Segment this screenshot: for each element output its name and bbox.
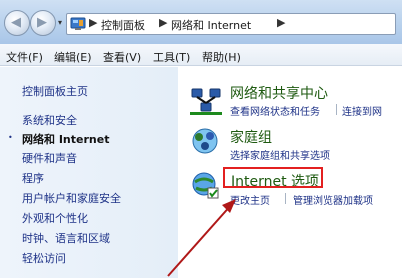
menu-bar: 文件(F) 编辑(E) 查看(V) 工具(T) 帮助(H): [0, 44, 402, 66]
recent-pages-dropdown[interactable]: ▾: [58, 18, 62, 27]
menu-edit[interactable]: 编辑(E): [54, 49, 92, 65]
address-bar[interactable]: ▶ 控制面板 ▶ 网络和 Internet ▶: [66, 13, 396, 35]
category-title-network-sharing-center[interactable]: 网络和共享中心: [230, 83, 328, 103]
current-page-bullet: •: [8, 133, 13, 142]
back-arrow-icon: ◀: [11, 15, 21, 30]
link-divider: [336, 104, 337, 115]
sidebar-item-programs[interactable]: 程序: [22, 170, 44, 186]
address-segment-network-internet[interactable]: 网络和 Internet: [171, 17, 251, 33]
sidebar-item-appearance[interactable]: 外观和个性化: [22, 210, 88, 226]
menu-file[interactable]: 文件(F): [6, 49, 43, 65]
title-bar: ◀ ▶ ▾ ▶ 控制面板 ▶ 网络和 Internet ▶: [0, 0, 402, 44]
sidebar-item-network-internet: 网络和 Internet: [22, 133, 110, 146]
annotation-highlight-box: [223, 167, 323, 188]
link-change-home-page[interactable]: 更改主页: [230, 192, 270, 207]
address-segment-control-panel[interactable]: 控制面板: [101, 17, 145, 33]
link-homegroup-sharing-options[interactable]: 选择家庭组和共享选项: [230, 147, 330, 162]
address-separator[interactable]: ▶: [277, 16, 285, 29]
back-button[interactable]: ◀: [4, 10, 30, 36]
address-separator[interactable]: ▶: [159, 16, 167, 29]
address-separator[interactable]: ▶: [89, 16, 97, 29]
network-sharing-center-icon[interactable]: [190, 84, 222, 116]
menu-view[interactable]: 查看(V): [103, 49, 141, 65]
link-divider: [285, 193, 286, 204]
control-panel-window: ◀ ▶ ▾ ▶ 控制面板 ▶ 网络和 Internet ▶ 文件(F) 编辑(E…: [0, 0, 402, 278]
internet-options-icon[interactable]: [190, 170, 220, 200]
sidebar-item-ease-of-access[interactable]: 轻松访问: [22, 250, 66, 266]
forward-button[interactable]: ▶: [30, 10, 56, 36]
link-view-network-status[interactable]: 查看网络状态和任务: [230, 103, 320, 118]
sidebar-item-user-accounts[interactable]: 用户帐户和家庭安全: [22, 190, 121, 206]
link-manage-browser-addons[interactable]: 管理浏览器加载项: [293, 192, 373, 207]
sidebar-item-control-panel-home[interactable]: 控制面板主页: [22, 83, 88, 99]
sidebar-item-clock-language[interactable]: 时钟、语言和区域: [22, 230, 110, 246]
menu-tools[interactable]: 工具(T): [153, 49, 190, 65]
control-panel-icon: [70, 17, 86, 30]
menu-help[interactable]: 帮助(H): [202, 49, 241, 65]
sidebar-item-system-security[interactable]: 系统和安全: [22, 112, 77, 128]
forward-arrow-icon: ▶: [37, 15, 47, 30]
sidebar-item-hardware-sound[interactable]: 硬件和声音: [22, 150, 77, 166]
homegroup-icon[interactable]: [190, 126, 220, 156]
category-title-homegroup[interactable]: 家庭组: [230, 127, 272, 147]
link-connect-to-network[interactable]: 连接到网: [342, 103, 382, 118]
